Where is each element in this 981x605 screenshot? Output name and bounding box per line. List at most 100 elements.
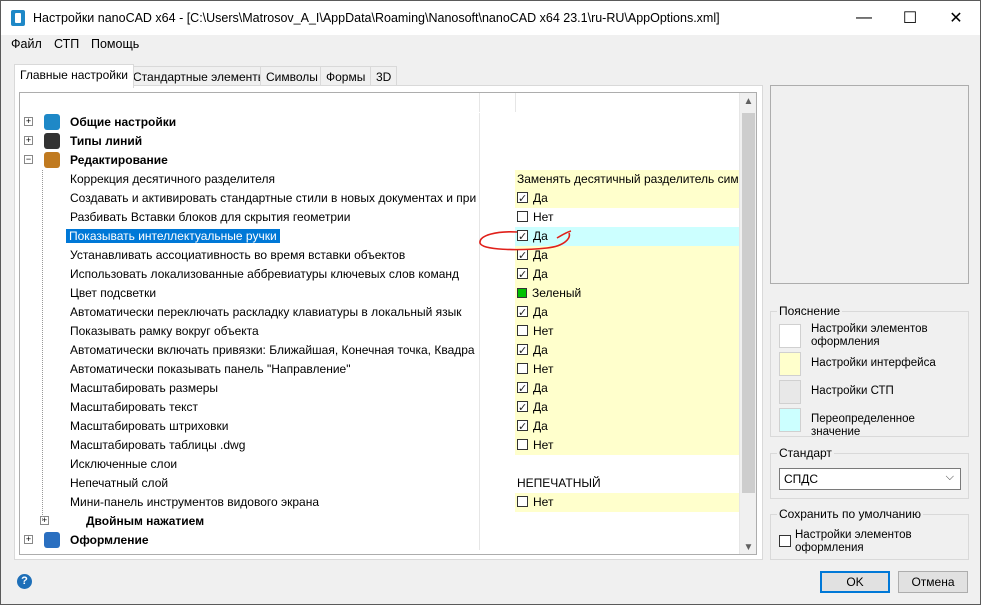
scroll-down-icon[interactable]: ▼ [740,539,756,554]
setting-checkbox[interactable] [517,342,528,360]
setting-checkbox[interactable] [517,190,528,208]
collapse-icon[interactable]: − [24,155,33,164]
menu-file[interactable]: Файл [11,37,42,51]
setting-value[interactable]: Нет [515,436,740,455]
chevron-down-icon: ⌵ [945,471,954,483]
legend-swatch [779,352,801,376]
setting-checkbox[interactable] [517,247,528,265]
setting-value[interactable]: Да [515,379,740,398]
tree-category[interactable]: + Оформление [20,531,740,550]
setting-checkbox[interactable] [517,325,528,336]
setting-checkbox[interactable] [517,304,528,322]
tree-category[interactable]: + Типы линий [20,132,740,151]
setting-row[interactable]: Масштабировать размеры Да [20,379,740,398]
setting-label: Использовать локализованные аббревиатуры… [70,267,460,281]
setting-value[interactable]: Да [515,417,740,436]
setting-checkbox[interactable] [517,228,528,246]
expand-icon[interactable]: + [24,535,33,544]
cancel-button[interactable]: Отмена [898,571,968,593]
setting-checkbox[interactable] [517,363,528,374]
save-default-checkbox[interactable] [779,535,791,547]
setting-value[interactable]: Да [515,341,740,360]
setting-row[interactable]: Коррекция десятичного разделителя Заменят… [20,170,740,189]
setting-row[interactable]: Масштабировать таблицы .dwg Нет [20,436,740,455]
menu-stp[interactable]: СТП [54,37,79,51]
tree-category[interactable]: − Редактирование [20,151,740,170]
setting-value-text: Да [533,248,548,262]
setting-value-text: Заменять десятичный разделитель симв [517,172,740,186]
setting-value[interactable]: Заменять десятичный разделитель симв [515,170,740,189]
setting-row[interactable]: Использовать локализованные аббревиатуры… [20,265,740,284]
setting-row[interactable]: Масштабировать текст Да [20,398,740,417]
setting-row[interactable]: Показывать интеллектуальные ручки Да [20,227,740,246]
tab-3d[interactable]: 3D [370,66,398,86]
tab-standard-elements[interactable]: Стандартные элементы [127,66,273,86]
setting-label: Показывать рамку вокруг объекта [70,324,259,338]
standard-select[interactable]: СПДС ⌵ [779,468,961,490]
setting-label: Непечатный слой [70,476,169,490]
setting-value[interactable]: Нет [515,208,740,227]
setting-checkbox[interactable] [517,266,528,284]
setting-value[interactable]: Да [515,227,740,246]
tab-forms[interactable]: Формы [320,66,372,86]
setting-label: Масштабировать таблицы .dwg [70,438,246,452]
setting-checkbox[interactable] [517,211,528,222]
menu-help[interactable]: Помощь [91,37,139,51]
setting-value[interactable]: НЕПЕЧАТНЫЙ [515,474,740,493]
help-icon[interactable]: ? [17,574,32,589]
setting-value[interactable]: Нет [515,322,740,341]
setting-value[interactable]: Да [515,246,740,265]
setting-label: Коррекция десятичного разделителя [70,172,275,186]
setting-row[interactable]: Мини-панель инструментов видового экрана… [20,493,740,512]
setting-row[interactable]: Разбивать Вставки блоков для скрытия гео… [20,208,740,227]
setting-row[interactable]: Показывать рамку вокруг объекта Нет [20,322,740,341]
legend-label: Переопределенное значение [811,413,915,438]
setting-value[interactable]: Нет [515,493,740,512]
setting-value[interactable]: Нет [515,360,740,379]
legend-label: Настройки СТП [811,385,894,397]
main-settings-panel: + Общие настройки + Типы линий − Редактирован… [14,85,763,560]
color-swatch [517,288,527,298]
setting-checkbox[interactable] [517,380,528,398]
setting-row[interactable]: Автоматически включать привязки: Ближайш… [20,341,740,360]
close-button[interactable]: ✕ [933,1,979,35]
setting-value[interactable] [515,455,740,474]
ok-button[interactable]: OK [820,571,890,593]
setting-checkbox[interactable] [517,399,528,417]
tree-subcategory[interactable]: + Двойным нажатием [20,512,740,531]
setting-checkbox[interactable] [517,439,528,450]
setting-row[interactable]: Цвет подсветки Зеленый [20,284,740,303]
maximize-button[interactable]: ☐ [887,1,933,35]
setting-row[interactable]: Масштабировать штриховки Да [20,417,740,436]
setting-row[interactable]: Автоматически переключать раскладку клав… [20,303,740,322]
setting-value[interactable]: Да [515,265,740,284]
legend-label: Настройки интерфейса [811,357,936,369]
legend-group: Пояснение Настройки элементов оформления… [770,304,969,438]
setting-label: Автоматически включать привязки: Ближайш… [70,343,475,357]
setting-row[interactable]: Исключенные слои [20,455,740,474]
vertical-scrollbar[interactable]: ▲ ▼ [739,93,756,554]
options-window: Настройки nanoCAD x64 - [C:\Users\Matros… [0,0,981,605]
setting-value[interactable]: Да [515,303,740,322]
category-label: Типы линий [70,134,143,148]
tab-main-settings[interactable]: Главные настройки [14,64,134,88]
setting-value[interactable]: Зеленый [515,284,740,303]
expand-icon[interactable]: + [24,117,33,126]
expand-icon[interactable]: + [24,136,33,145]
setting-row[interactable]: Создавать и активировать стандартные сти… [20,189,740,208]
tree-category[interactable]: + Общие настройки [20,113,740,132]
setting-row[interactable]: Непечатный слой НЕПЕЧАТНЫЙ [20,474,740,493]
scroll-thumb[interactable] [742,113,755,493]
setting-value-text: Нет [533,324,554,338]
setting-value[interactable]: Да [515,398,740,417]
scroll-up-icon[interactable]: ▲ [740,93,756,110]
setting-checkbox[interactable] [517,496,528,507]
minimize-button[interactable]: — [841,1,887,35]
setting-row[interactable]: Автоматически показывать панель "Направл… [20,360,740,379]
tab-symbols[interactable]: Символы [260,66,324,86]
setting-checkbox[interactable] [517,418,528,436]
setting-label: Устанавливать ассоциативность во время в… [70,248,406,262]
setting-row[interactable]: Устанавливать ассоциативность во время в… [20,246,740,265]
setting-value-text: Нет [533,438,554,452]
setting-value[interactable]: Да [515,189,740,208]
